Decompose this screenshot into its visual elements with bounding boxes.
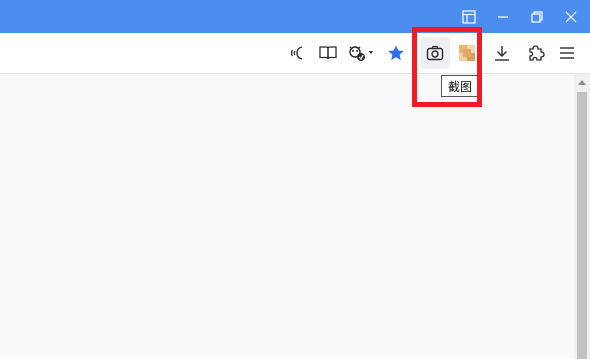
close-button[interactable] bbox=[554, 0, 588, 33]
downloads-icon bbox=[495, 46, 509, 61]
menu-hamburger-icon bbox=[560, 47, 574, 59]
scroll-thumb[interactable] bbox=[577, 92, 587, 359]
bookmark-star-icon bbox=[388, 45, 404, 60]
vertical-scrollbar[interactable] bbox=[574, 74, 590, 359]
read-aloud-button[interactable] bbox=[284, 37, 314, 69]
menu-button[interactable] bbox=[552, 37, 582, 69]
reader-view-button[interactable] bbox=[313, 37, 343, 69]
highlight-box bbox=[412, 27, 482, 107]
navigation-toolbar bbox=[0, 33, 590, 74]
tab-layout-icon bbox=[462, 9, 476, 24]
close-icon bbox=[565, 11, 577, 22]
read-aloud-icon bbox=[290, 46, 303, 60]
restore-icon bbox=[531, 10, 543, 23]
extensions-button[interactable] bbox=[521, 37, 551, 69]
extensions-puzzle-icon bbox=[529, 45, 545, 61]
bookmark-star-button[interactable] bbox=[381, 37, 411, 69]
minimize-icon bbox=[498, 15, 508, 18]
privacy-shield-icon bbox=[349, 46, 373, 61]
minimize-button[interactable] bbox=[486, 0, 520, 33]
reader-view-icon bbox=[319, 46, 337, 60]
title-bar bbox=[0, 0, 590, 33]
restore-button[interactable] bbox=[520, 0, 554, 33]
downloads-button[interactable] bbox=[487, 37, 517, 69]
page-content bbox=[0, 74, 574, 359]
scroll-up-icon[interactable] bbox=[578, 80, 586, 85]
privacy-shield-button[interactable] bbox=[342, 37, 380, 69]
